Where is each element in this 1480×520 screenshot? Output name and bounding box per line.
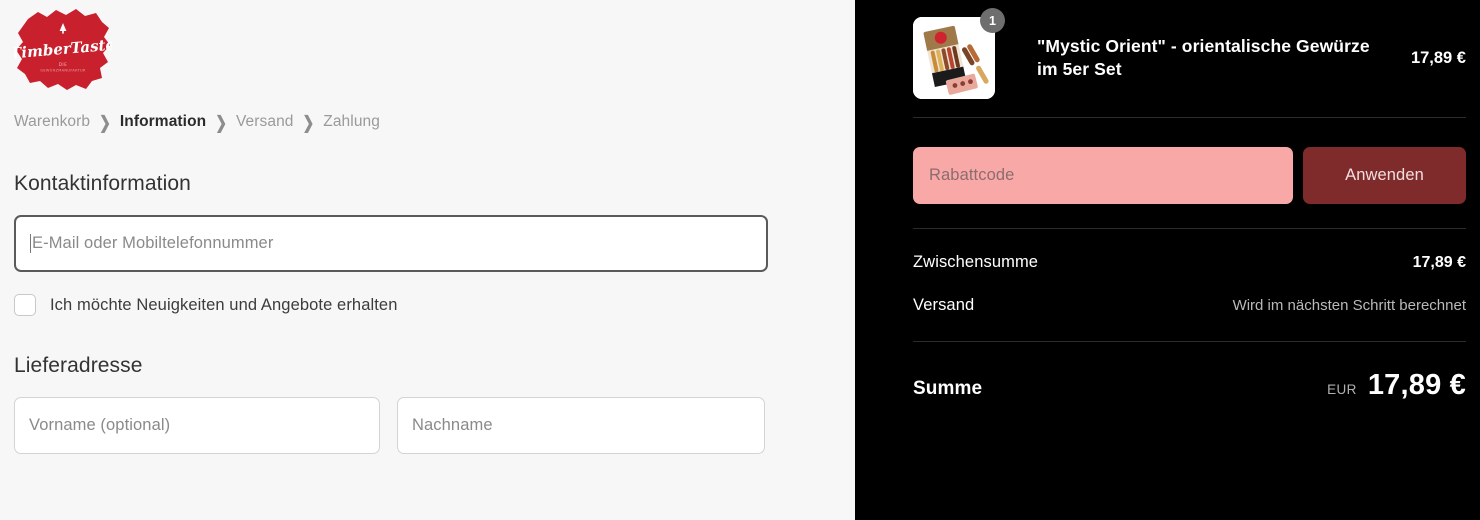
quantity-badge: 1: [980, 8, 1005, 33]
text-caret: [30, 234, 31, 253]
chevron-right-icon: ❯: [99, 112, 111, 132]
divider: [913, 117, 1466, 118]
brand-logo[interactable]: TimberTaste DIE GEWÜRZMANUFAKTUR: [14, 0, 855, 98]
breadcrumb: Warenkorb ❯ Information ❯ Versand ❯ Zahl…: [14, 110, 855, 134]
total-amount: 17,89 €: [1367, 369, 1466, 401]
timbertaste-logo-icon: TimberTaste DIE GEWÜRZMANUFAKTUR: [14, 6, 112, 92]
email-field-row: E-Mail oder Mobiltelefonnummer: [14, 215, 855, 272]
subtotal-value: 17,89 €: [1412, 254, 1466, 271]
newsletter-checkbox-label: Ich möchte Neuigkeiten und Angebote erha…: [50, 295, 398, 314]
breadcrumb-item-versand[interactable]: Versand: [236, 113, 294, 131]
contact-information-heading: Kontaktinformation: [14, 172, 191, 195]
total-row: Summe EUR 17,89 €: [913, 369, 1466, 402]
order-line-item: 1 "Mystic Orient" - orientalische Gewürz…: [913, 0, 1466, 99]
last-name-input[interactable]: Nachname: [397, 397, 765, 454]
apply-discount-button[interactable]: Anwenden: [1303, 147, 1466, 204]
total-label: Summe: [913, 378, 983, 399]
subtotal-label: Zwischensumme: [913, 253, 1039, 271]
last-name-placeholder: Nachname: [412, 416, 493, 434]
discount-code-row: Rabattcode Anwenden: [913, 147, 1466, 204]
svg-text:DIE: DIE: [59, 62, 68, 67]
newsletter-checkbox[interactable]: [14, 294, 36, 316]
svg-text:GEWÜRZMANUFAKTUR: GEWÜRZMANUFAKTUR: [40, 68, 86, 73]
total-currency: EUR: [1327, 382, 1357, 397]
first-name-input[interactable]: Vorname (optional): [14, 397, 380, 454]
product-price: 17,89 €: [1410, 48, 1466, 67]
chevron-right-icon: ❯: [215, 112, 227, 132]
checkout-page: TimberTaste DIE GEWÜRZMANUFAKTUR Warenko…: [0, 0, 1480, 520]
first-name-placeholder: Vorname (optional): [29, 416, 171, 434]
shipping-address-heading: Lieferadresse: [14, 354, 143, 377]
order-summary-pane: 1 "Mystic Orient" - orientalische Gewürz…: [855, 0, 1480, 520]
discount-code-input[interactable]: Rabattcode: [913, 147, 1293, 204]
chevron-right-icon: ❯: [302, 112, 315, 132]
shipping-label: Versand: [913, 296, 975, 314]
shipping-value: Wird im nächsten Schritt berechnet: [1232, 297, 1466, 314]
breadcrumb-item-information[interactable]: Information: [120, 113, 206, 131]
divider: [913, 341, 1466, 342]
breadcrumb-item-zahlung[interactable]: Zahlung: [323, 113, 380, 131]
divider: [913, 228, 1466, 229]
subtotal-row: Zwischensumme 17,89 €: [913, 253, 1466, 272]
product-thumbnail-wrap: 1: [913, 8, 1005, 99]
email-input-placeholder: E-Mail oder Mobiltelefonnummer: [32, 234, 274, 252]
newsletter-opt-in-row[interactable]: Ich möchte Neuigkeiten und Angebote erha…: [14, 294, 855, 316]
name-field-row: Vorname (optional) Nachname: [14, 397, 855, 454]
total-amount-group: EUR 17,89 €: [1327, 369, 1466, 402]
email-input[interactable]: E-Mail oder Mobiltelefonnummer: [14, 215, 768, 272]
shipping-row: Versand Wird im nächsten Schritt berechn…: [913, 296, 1466, 315]
discount-code-placeholder: Rabattcode: [929, 166, 1015, 184]
checkout-form-pane: TimberTaste DIE GEWÜRZMANUFAKTUR Warenko…: [0, 0, 855, 520]
product-name: "Mystic Orient" - orientalische Gewürze …: [1037, 35, 1370, 79]
breadcrumb-item-warenkorb[interactable]: Warenkorb: [14, 113, 90, 131]
